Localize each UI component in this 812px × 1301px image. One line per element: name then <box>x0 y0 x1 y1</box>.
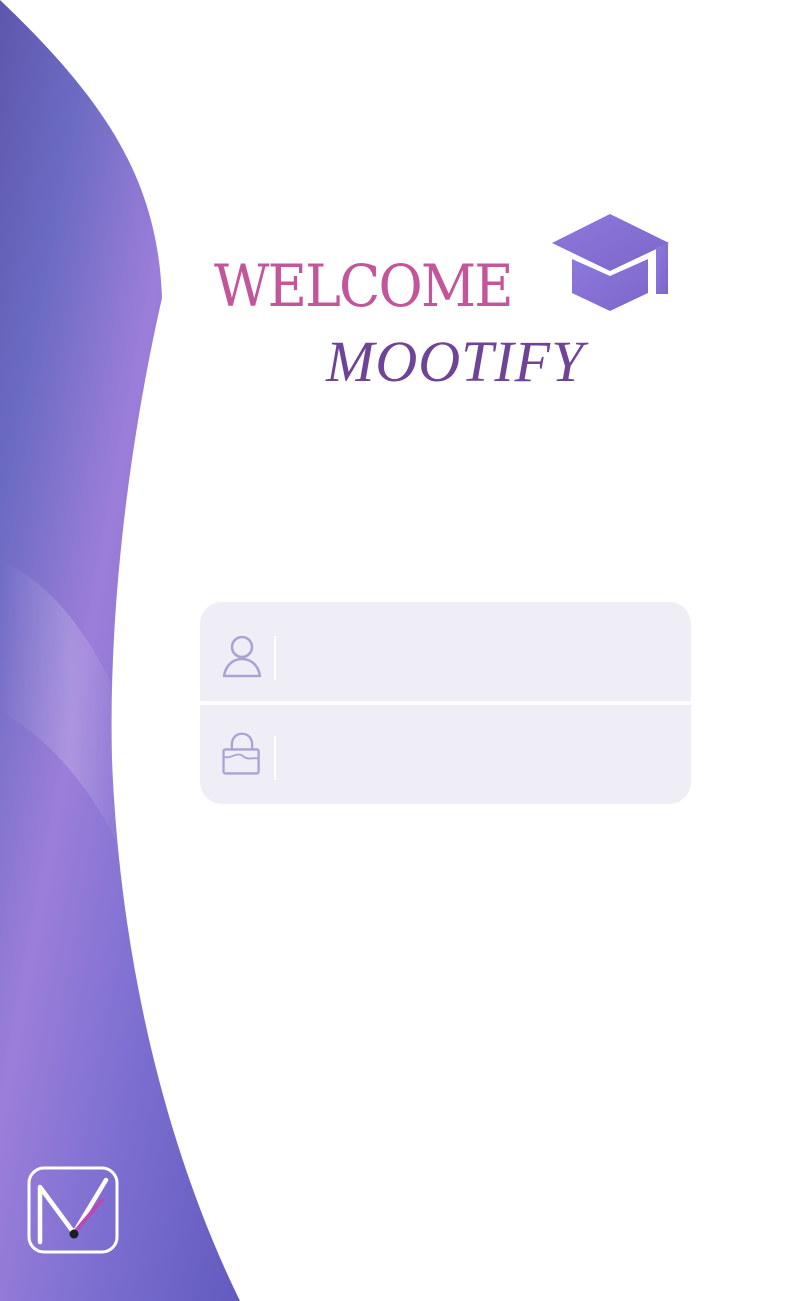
login-screen: WELCOME MOOTIFY <box>0 0 812 1301</box>
graduation-cap-icon <box>552 214 669 311</box>
username-input[interactable] <box>288 626 672 678</box>
password-field-row[interactable] <box>200 706 691 804</box>
mootify-m-logo <box>27 1166 119 1254</box>
user-icon <box>222 635 262 678</box>
username-field-separator <box>274 636 276 680</box>
lock-icon <box>222 732 260 775</box>
password-field-separator <box>274 736 276 780</box>
brand-title: MOOTIFY <box>326 329 585 394</box>
login-form-card <box>200 602 691 804</box>
password-input[interactable] <box>288 730 672 782</box>
welcome-title: WELCOME <box>214 252 514 320</box>
username-field-row[interactable] <box>200 602 691 700</box>
welcome-header: WELCOME MOOTIFY <box>212 212 682 402</box>
field-divider <box>200 701 691 705</box>
